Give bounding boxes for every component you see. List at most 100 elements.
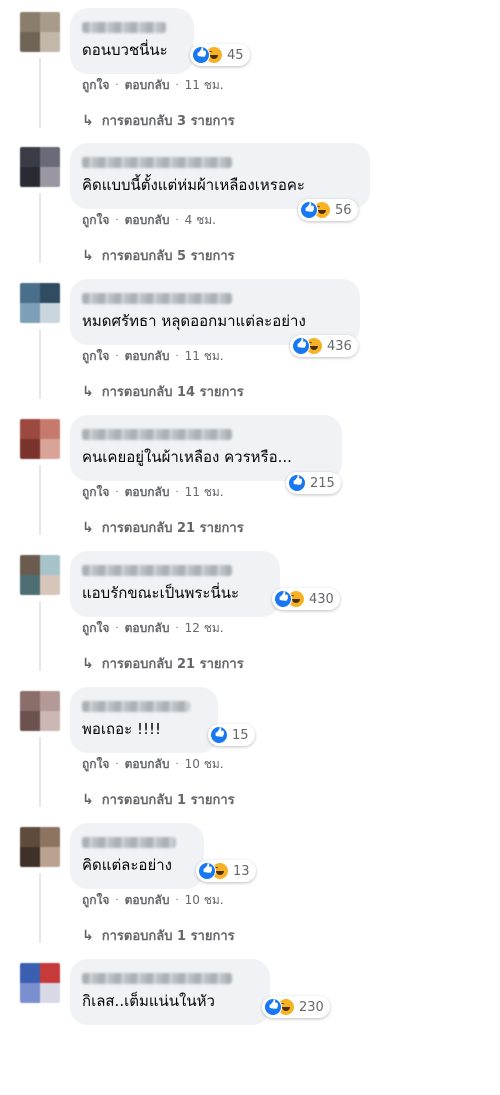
- comment-item: พอเถอะ !!!! 15 ถูกใจ · ตอบกลับ · 10 ชม. …: [0, 687, 500, 823]
- avatar[interactable]: [20, 419, 60, 459]
- author-name-blurred[interactable]: [82, 157, 232, 168]
- timestamp[interactable]: 12 ชม.: [185, 619, 224, 638]
- reaction-count: 215: [310, 475, 335, 491]
- comment-bubble: พอเถอะ !!!!: [70, 687, 218, 753]
- avatar[interactable]: [20, 963, 60, 1003]
- reply-link[interactable]: ตอบกลับ: [125, 347, 170, 366]
- reaction-count: 430: [309, 591, 334, 607]
- reaction-count: 56: [335, 202, 352, 218]
- reaction-summary[interactable]: 215: [286, 472, 341, 494]
- view-replies-link[interactable]: ↳ การตอบกลับ 14 รายการ: [82, 381, 244, 402]
- view-replies-link[interactable]: ↳ การตอบกลับ 1 รายการ: [82, 925, 235, 946]
- like-link[interactable]: ถูกใจ: [82, 755, 109, 774]
- thread-line: [39, 193, 41, 263]
- reply-link[interactable]: ตอบกลับ: [125, 619, 170, 638]
- avatar[interactable]: [20, 147, 60, 187]
- replies-label: การตอบกลับ 3 รายการ: [101, 114, 235, 129]
- comment-item: คิดแต่ละอย่าง 13 ถูกใจ · ตอบกลับ · 10 ชม…: [0, 823, 500, 959]
- reaction-summary[interactable]: 45: [190, 44, 250, 66]
- like-link[interactable]: ถูกใจ: [82, 619, 109, 638]
- like-reaction-icon: [192, 46, 210, 64]
- reaction-summary[interactable]: 15: [208, 724, 255, 746]
- reply-link[interactable]: ตอบกลับ: [125, 211, 170, 230]
- timestamp[interactable]: 4 ชม.: [185, 211, 216, 230]
- like-reaction-icon: [288, 474, 306, 492]
- like-reaction-icon: [292, 337, 310, 355]
- replies-label: การตอบกลับ 1 รายการ: [101, 793, 235, 808]
- comment-text: หมดศรัทธา หลุดออกมาแต่ละอย่าง: [82, 312, 306, 330]
- comment-actions: ถูกใจ · ตอบกลับ · 12 ชม.: [82, 619, 224, 638]
- reply-link[interactable]: ตอบกลับ: [125, 755, 170, 774]
- view-replies-link[interactable]: ↳ การตอบกลับ 21 รายการ: [82, 653, 244, 674]
- author-name-blurred[interactable]: [82, 293, 232, 304]
- separator-dot: ·: [115, 623, 119, 634]
- view-replies-link[interactable]: ↳ การตอบกลับ 1 รายการ: [82, 789, 235, 810]
- thread-line: [39, 737, 41, 807]
- separator-dot: ·: [175, 895, 179, 906]
- author-name-blurred[interactable]: [82, 973, 232, 984]
- author-name-blurred[interactable]: [82, 701, 190, 712]
- comment-text: คิดแต่ละอย่าง: [82, 856, 172, 874]
- avatar[interactable]: [20, 283, 60, 323]
- reply-arrow-icon: ↳: [82, 791, 94, 808]
- comment-text: แอบรักขณะเป็นพระนี่นะ: [82, 584, 240, 602]
- separator-dot: ·: [115, 895, 119, 906]
- like-link[interactable]: ถูกใจ: [82, 76, 109, 95]
- reaction-summary[interactable]: 436: [290, 335, 358, 357]
- thread-line: [39, 465, 41, 535]
- timestamp[interactable]: 10 ชม.: [185, 755, 224, 774]
- separator-dot: ·: [115, 759, 119, 770]
- reply-arrow-icon: ↳: [82, 655, 94, 672]
- reaction-summary[interactable]: 56: [298, 199, 358, 221]
- comment-actions: ถูกใจ · ตอบกลับ · 11 ชม.: [82, 76, 224, 95]
- comment-item: คิดแบบนี้ตั้งแต่ห่มผ้าเหลืองเหรอคะ 56 ถู…: [0, 143, 500, 279]
- reaction-summary[interactable]: 13: [196, 860, 256, 882]
- comment-actions: ถูกใจ · ตอบกลับ · 11 ชม.: [82, 483, 224, 502]
- comment-text: พอเถอะ !!!!: [82, 720, 161, 738]
- reaction-count: 436: [327, 338, 352, 354]
- reply-arrow-icon: ↳: [82, 383, 94, 400]
- like-link[interactable]: ถูกใจ: [82, 483, 109, 502]
- comment-bubble: ดอนบวชนี่นะ: [70, 8, 194, 74]
- view-replies-link[interactable]: ↳ การตอบกลับ 21 รายการ: [82, 517, 244, 538]
- avatar[interactable]: [20, 827, 60, 867]
- author-name-blurred[interactable]: [82, 837, 176, 848]
- separator-dot: ·: [115, 351, 119, 362]
- comment-item: แอบรักขณะเป็นพระนี่นะ 430 ถูกใจ · ตอบกลั…: [0, 551, 500, 687]
- reaction-count: 13: [233, 863, 250, 879]
- timestamp[interactable]: 11 ชม.: [185, 347, 224, 366]
- timestamp[interactable]: 11 ชม.: [185, 483, 224, 502]
- avatar[interactable]: [20, 555, 60, 595]
- reaction-count: 230: [299, 999, 324, 1015]
- comment-item: ดอนบวชนี่นะ 45 ถูกใจ · ตอบกลับ · 11 ชม. …: [0, 8, 500, 144]
- timestamp[interactable]: 10 ชม.: [185, 891, 224, 910]
- comment-text: กิเลส..เต็มแน่นในหัว: [82, 992, 215, 1010]
- replies-label: การตอบกลับ 1 รายการ: [101, 929, 235, 944]
- avatar[interactable]: [20, 691, 60, 731]
- view-replies-link[interactable]: ↳ การตอบกลับ 5 รายการ: [82, 245, 235, 266]
- reaction-summary[interactable]: 430: [272, 588, 340, 610]
- like-link[interactable]: ถูกใจ: [82, 211, 109, 230]
- author-name-blurred[interactable]: [82, 22, 166, 33]
- like-reaction-icon: [264, 998, 282, 1016]
- comment-text: คนเคยอยู่ในผ้าเหลือง ควรหรือ...: [82, 448, 292, 466]
- comment-actions: ถูกใจ · ตอบกลับ · 10 ชม.: [82, 891, 224, 910]
- avatar[interactable]: [20, 12, 60, 52]
- like-reaction-icon: [300, 201, 318, 219]
- separator-dot: ·: [175, 487, 179, 498]
- separator-dot: ·: [175, 215, 179, 226]
- like-link[interactable]: ถูกใจ: [82, 347, 109, 366]
- reply-link[interactable]: ตอบกลับ: [125, 76, 170, 95]
- separator-dot: ·: [175, 80, 179, 91]
- author-name-blurred[interactable]: [82, 429, 232, 440]
- like-link[interactable]: ถูกใจ: [82, 891, 109, 910]
- view-replies-link[interactable]: ↳ การตอบกลับ 3 รายการ: [82, 110, 235, 131]
- timestamp[interactable]: 11 ชม.: [185, 76, 224, 95]
- separator-dot: ·: [175, 623, 179, 634]
- reply-link[interactable]: ตอบกลับ: [125, 483, 170, 502]
- reaction-summary[interactable]: 230: [262, 996, 330, 1018]
- comment-actions: ถูกใจ · ตอบกลับ · 4 ชม.: [82, 211, 216, 230]
- reply-link[interactable]: ตอบกลับ: [125, 891, 170, 910]
- author-name-blurred[interactable]: [82, 565, 232, 576]
- reaction-count: 15: [232, 727, 249, 743]
